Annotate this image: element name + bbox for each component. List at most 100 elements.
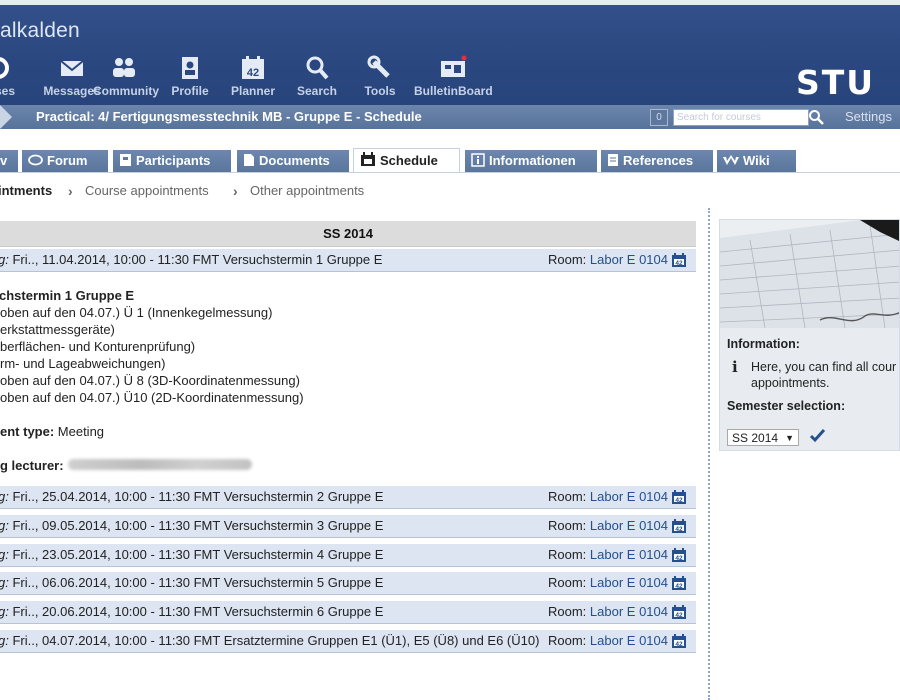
info-icon: [471, 153, 485, 167]
main-nav: ses Messages Community Profile: [0, 55, 520, 105]
tab-references[interactable]: References: [601, 150, 713, 172]
calendar-export-icon[interactable]: 42: [671, 576, 687, 591]
tab-label: Wiki: [743, 153, 770, 168]
tab-label: Participants: [136, 153, 211, 168]
tab-forum[interactable]: Forum: [22, 150, 108, 172]
appointment-row[interactable]: g: Fri.., 20.06.2014, 10:00 - 11:30 FMT …: [0, 600, 696, 624]
detail-line: oben auf den 04.07.) Ü 1 (Innenkegelmess…: [0, 305, 273, 320]
appointment-description: g: Fri.., 06.06.2014, 10:00 - 11:30 FMT …: [0, 572, 383, 594]
appointment-prefix: g:: [0, 518, 9, 533]
appointment-room: Room: Labor E 0104: [548, 249, 668, 271]
nav-community[interactable]: Community: [93, 55, 159, 98]
breadcrumb-bar: Practical: 4/ Fertigungsmesstechnik MB -…: [0, 105, 900, 129]
appointment-row[interactable]: g: Fri.., 25.04.2014, 10:00 - 11:30 FMT …: [0, 485, 696, 509]
detail-lecturer-label: g lecturer:: [0, 458, 64, 473]
tab-overview[interactable]: v: [0, 150, 18, 172]
room-link[interactable]: Labor E 0104: [590, 575, 668, 590]
tab-label: Documents: [259, 153, 330, 168]
tab-participants[interactable]: Participants: [113, 150, 231, 172]
appointment-room: Room: Labor E 0104: [548, 544, 668, 566]
nav-label: ses: [0, 84, 16, 98]
room-label: Room:: [548, 604, 587, 619]
appointment-text: Fri.., 06.06.2014, 10:00 - 11:30 FMT Ver…: [8, 575, 384, 590]
room-label: Room:: [548, 489, 587, 504]
calendar-export-icon[interactable]: 42: [671, 253, 687, 268]
appointment-row[interactable]: g: Fri.., 23.05.2014, 10:00 - 11:30 FMT …: [0, 543, 696, 567]
nav-bulletinboard[interactable]: BulletinBoard: [414, 55, 493, 98]
room-link[interactable]: Labor E 0104: [590, 252, 668, 267]
documents-icon: [244, 154, 254, 166]
svg-text:42: 42: [675, 497, 683, 504]
calendar-export-icon[interactable]: 42: [671, 634, 687, 649]
breadcrumb-arrow-icon[interactable]: [0, 105, 12, 129]
detail-type-value: Meeting: [54, 424, 105, 439]
appointment-prefix: g:: [0, 575, 9, 590]
course-search-input[interactable]: [673, 109, 809, 126]
detail-line: erkstattmessgeräte): [0, 322, 115, 337]
tab-schedule[interactable]: Schedule: [353, 148, 460, 173]
logo: STU: [796, 63, 876, 102]
schedule-icon: [361, 152, 375, 166]
sidebar-content: Information: i Here, you can find all co…: [727, 337, 899, 413]
settings-link[interactable]: Settings: [845, 109, 892, 124]
tab-wiki[interactable]: Wiki: [717, 150, 796, 172]
room-link[interactable]: Labor E 0104: [590, 489, 668, 504]
profile-icon: [182, 57, 198, 79]
course-count-badge: 0: [650, 109, 668, 126]
room-link[interactable]: Labor E 0104: [590, 547, 668, 562]
detail-title: chstermin 1 Gruppe E: [0, 288, 135, 303]
search-icon: [306, 56, 329, 80]
appointment-text: Fri.., 23.05.2014, 10:00 - 11:30 FMT Ver…: [8, 547, 384, 562]
appointment-description: g: Fri.., 23.05.2014, 10:00 - 11:30 FMT …: [0, 544, 383, 566]
appointment-row[interactable]: g: Fri.., 11.04.2014, 10:00 - 11:30 FMT …: [0, 248, 696, 272]
appointment-room: Room: Labor E 0104: [548, 630, 668, 652]
info-line: Here, you can find all cour: [751, 360, 897, 374]
appointment-text: Fri.., 09.05.2014, 10:00 - 11:30 FMT Ver…: [8, 518, 384, 533]
detail-line: oben auf den 04.07.) Ü10 (2D-Koordinaten…: [0, 390, 304, 405]
info-text: i Here, you can find all cour appointmen…: [727, 358, 899, 391]
appointment-row[interactable]: g: Fri.., 06.06.2014, 10:00 - 11:30 FMT …: [0, 571, 696, 595]
messages-icon: [60, 60, 84, 76]
nav-profile[interactable]: Profile: [170, 55, 210, 98]
appointment-row[interactable]: g: Fri.., 09.05.2014, 10:00 - 11:30 FMT …: [0, 514, 696, 538]
nav-courses[interactable]: ses: [0, 55, 20, 98]
nav-label: Planner: [230, 84, 275, 98]
breadcrumb: Practical: 4/ Fertigungsmesstechnik MB -…: [36, 109, 422, 124]
appointment-prefix: g:: [0, 252, 9, 267]
calendar-export-icon[interactable]: 42: [671, 519, 687, 534]
tab-label: v: [0, 153, 8, 168]
svg-text:42: 42: [247, 67, 259, 79]
subnav-course-appointments[interactable]: Course appointments: [85, 183, 209, 198]
tab-label: Forum: [47, 153, 88, 168]
svg-text:42: 42: [675, 583, 683, 590]
nav-tools[interactable]: Tools: [362, 55, 398, 98]
appointment-prefix: g:: [0, 489, 9, 504]
search-icon[interactable]: [808, 109, 824, 125]
references-icon: [608, 154, 618, 166]
semester-select[interactable]: SS 2014 ▼: [727, 429, 799, 446]
calendar-export-icon[interactable]: 42: [671, 548, 687, 563]
room-link[interactable]: Labor E 0104: [590, 633, 668, 648]
svg-text:42: 42: [675, 612, 683, 619]
room-label: Room:: [548, 518, 587, 533]
appointment-description: g: Fri.., 25.04.2014, 10:00 - 11:30 FMT …: [0, 486, 383, 508]
room-link[interactable]: Labor E 0104: [590, 604, 668, 619]
wiki-icon: [723, 155, 739, 165]
calendar-export-icon[interactable]: 42: [671, 490, 687, 505]
room-label: Room:: [548, 547, 587, 562]
tab-informationen[interactable]: Informationen: [465, 150, 597, 172]
redacted-lecturer-name: [68, 459, 252, 470]
subnav-active-item[interactable]: intments: [0, 183, 52, 198]
calendar-export-icon[interactable]: 42: [671, 605, 687, 620]
subnav-other-appointments[interactable]: Other appointments: [250, 183, 364, 198]
semester-select-value: SS 2014: [732, 431, 779, 445]
nav-search[interactable]: Search: [296, 55, 338, 98]
room-link[interactable]: Labor E 0104: [590, 518, 668, 533]
tab-documents[interactable]: Documents: [237, 150, 349, 172]
checkmark-icon[interactable]: [809, 428, 826, 443]
room-label: Room:: [548, 575, 587, 590]
course-tabs: v Forum Participants Documents Schedule …: [0, 129, 900, 173]
nav-planner[interactable]: 42 Planner: [230, 55, 276, 98]
info-icon: i: [732, 358, 738, 376]
appointment-row[interactable]: g: Fri.., 04.07.2014, 10:00 - 11:30 FMT …: [0, 629, 696, 653]
